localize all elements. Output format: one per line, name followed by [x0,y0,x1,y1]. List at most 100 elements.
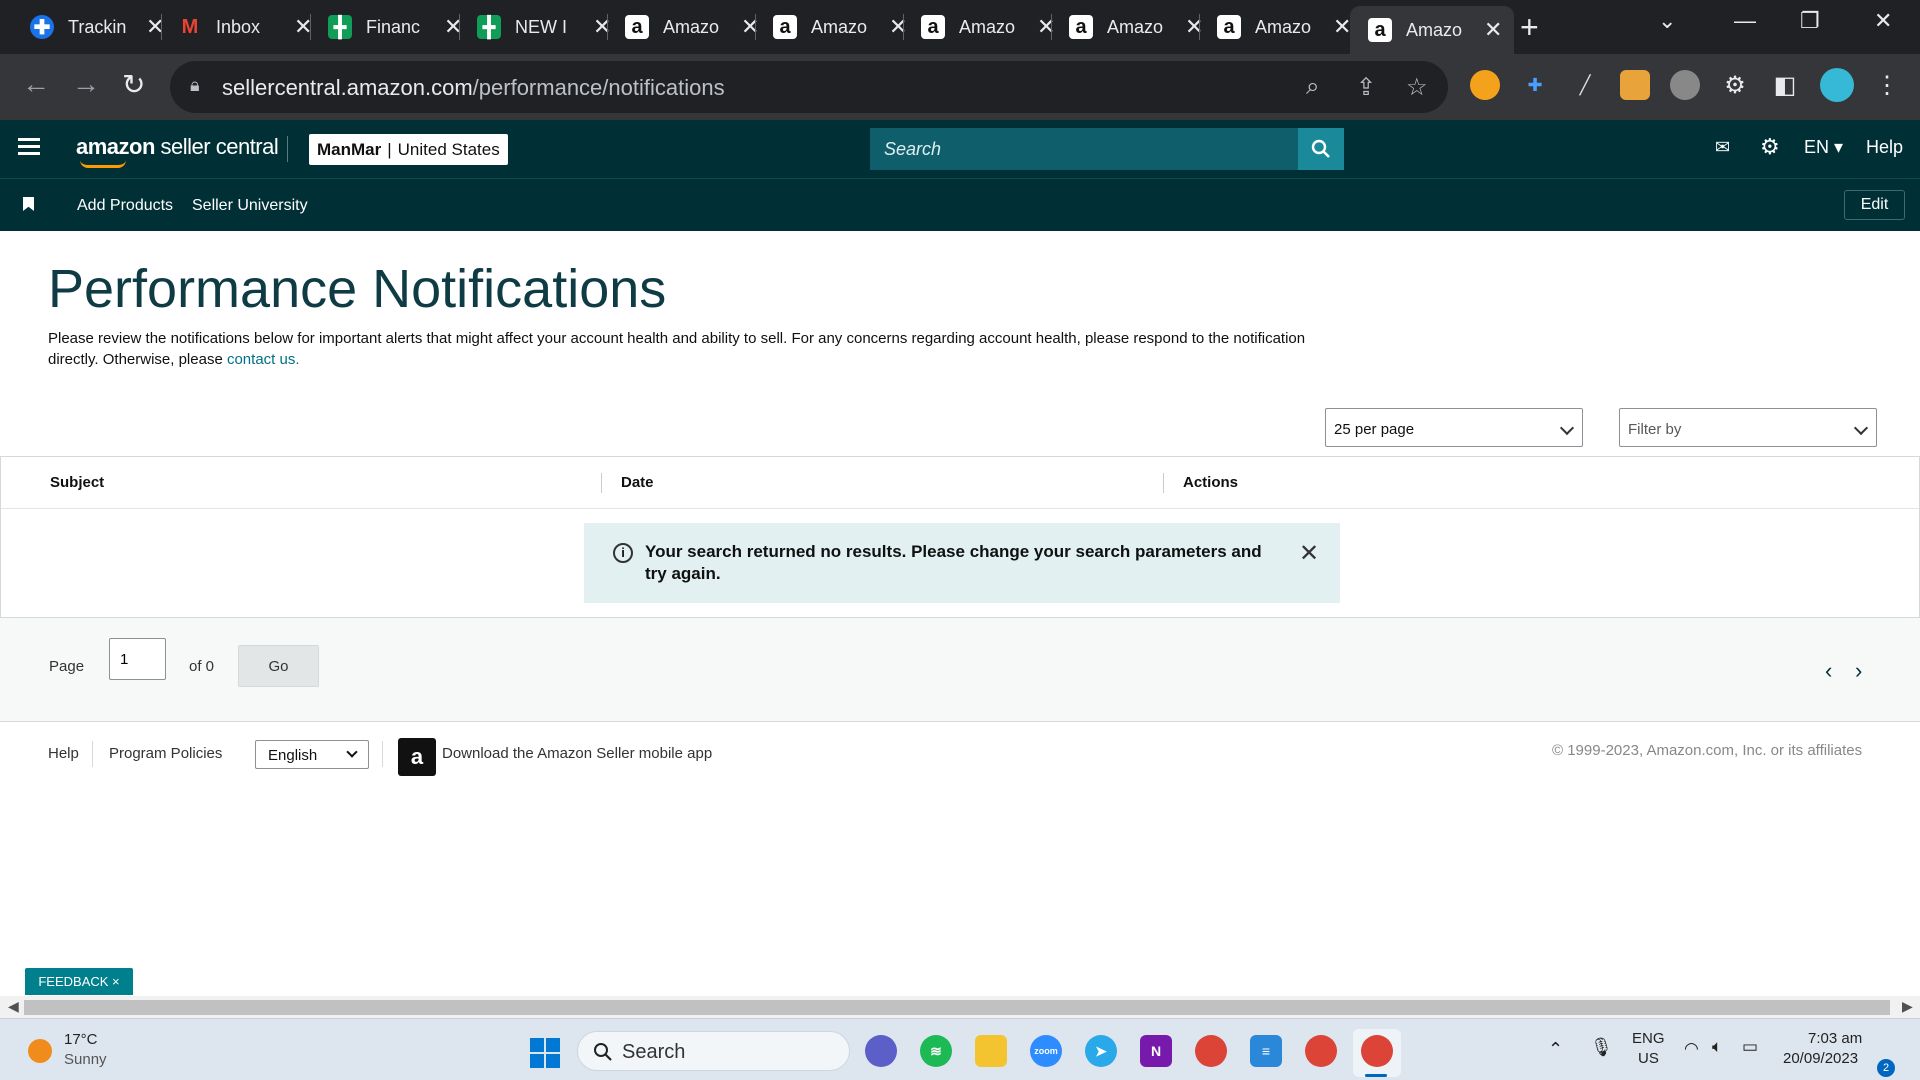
edit-button[interactable]: Edit [1844,190,1905,220]
extension-icon[interactable]: ╱ [1570,70,1600,100]
menu-dots-icon[interactable]: ⋮ [1872,70,1902,100]
scrollbar-thumb[interactable] [24,1000,1890,1015]
tab-title: Amazo [811,16,868,37]
close-window-icon[interactable]: ✕ [1874,8,1892,34]
search-button[interactable] [1298,128,1344,170]
next-page-icon[interactable]: › [1855,658,1862,684]
spotify-icon[interactable]: ≋ [920,1035,952,1067]
column-date[interactable]: Date [621,474,654,491]
tab-title: Amazo [1107,16,1164,37]
program-policies-link[interactable]: Program Policies [109,745,222,762]
zoom-icon[interactable]: ⌕ [1306,73,1319,101]
extension-icon[interactable]: ✚ [1520,70,1550,100]
new-tab-button[interactable]: + [1520,10,1539,44]
browser-tab[interactable]: ╋ NEW I ✕ [459,8,623,46]
battery-icon[interactable]: ▭ [1742,1037,1758,1057]
windows-start-icon[interactable] [529,1037,561,1069]
horizontal-scrollbar[interactable]: ◀ ▶ [0,996,1920,1018]
restore-icon[interactable]: ❐ [1800,8,1820,34]
hamburger-menu-icon[interactable] [18,138,40,159]
lock-icon: 🔒︎ [190,75,200,95]
download-app-link[interactable]: Download the Amazon Seller mobile app [442,745,712,762]
notification-badge[interactable]: 2 [1877,1059,1895,1077]
reload-icon[interactable]: ↻ [122,68,145,101]
share-icon[interactable]: ⇪ [1356,73,1376,102]
profile-avatar[interactable] [1820,68,1854,102]
page-title: Performance Notifications [48,259,667,319]
teams-chat-icon[interactable] [865,1035,897,1067]
footer-help-link[interactable]: Help [48,745,79,762]
sheets-icon: ╋ [477,15,501,39]
input-region[interactable]: US [1638,1050,1659,1067]
onenote-icon[interactable]: N [1140,1035,1172,1067]
amazon-app-icon[interactable]: a [398,738,436,776]
forward-icon[interactable]: → [72,68,100,100]
address-bar[interactable]: 🔒︎ sellercentral.amazon.com/performance/… [170,61,1448,113]
close-icon[interactable]: ✕ [1333,14,1351,40]
clock-time[interactable]: 7:03 am [1808,1030,1862,1047]
help-link[interactable]: Help [1866,137,1903,158]
language-selector[interactable]: EN ▾ [1804,137,1843,158]
minimize-icon[interactable]: — [1734,8,1756,34]
go-button[interactable]: Go [238,645,319,687]
tab-search-icon[interactable]: ⌄ [1658,8,1676,34]
chrome-active-icon[interactable] [1361,1035,1393,1067]
tab-title: Amazo [1406,19,1463,40]
browser-tab-active[interactable]: a Amazo ✕ [1350,6,1515,54]
close-icon[interactable]: ✕ [1299,539,1319,568]
filter-select[interactable]: Filter by [1619,408,1877,447]
nav-add-products[interactable]: Add Products [77,197,173,215]
amazon-icon: a [1368,18,1392,42]
account-name: ManMar [317,139,382,159]
wifi-icon[interactable]: ◠ [1684,1039,1699,1059]
seller-central-logo[interactable]: amazon seller central [76,134,279,168]
notepad-icon[interactable]: ≡ [1250,1035,1282,1067]
side-panel-icon[interactable]: ◧ [1770,70,1800,100]
extension-icon[interactable] [1670,70,1700,100]
page-number-input[interactable] [109,638,166,680]
settings-gear-icon[interactable]: ⚙ [1760,134,1780,160]
chrome-profile-icon[interactable] [1305,1035,1337,1067]
browser-tab[interactable]: a Amazo ✕ [755,8,919,46]
back-icon[interactable]: ← [22,68,50,100]
extension-icon[interactable] [1620,70,1650,100]
mail-icon[interactable]: ✉ [1715,137,1730,158]
notifications-table: Subject Date Actions i Your search retur… [0,456,1920,618]
file-explorer-icon[interactable] [975,1035,1007,1067]
per-page-select[interactable]: 25 per page [1325,408,1583,447]
weather-sun-icon[interactable] [28,1039,52,1063]
contact-us-link[interactable]: contact us. [227,351,300,368]
tab-title: Trackin [68,16,127,37]
input-language[interactable]: ENG [1632,1030,1665,1047]
browser-tab[interactable]: a Amazo ✕ [903,8,1067,46]
search-input[interactable] [870,128,1296,170]
feedback-button[interactable]: FEEDBACK × [25,968,133,995]
taskbar-search[interactable]: Search [577,1031,850,1071]
bookmark-icon[interactable] [23,197,34,211]
extension-icon[interactable] [1470,70,1500,100]
alert-message: Your search returned no results. Please … [645,542,1262,583]
browser-tab[interactable]: a Amazo ✕ [1051,8,1215,46]
show-hidden-icons[interactable]: ⌃ [1548,1039,1563,1060]
close-icon[interactable]: ✕ [1484,17,1502,43]
browser-tab[interactable]: M Inbox ✕ [160,8,324,46]
browser-tab[interactable]: a Amazo ✕ [607,8,771,46]
zoom-icon[interactable]: zoom [1030,1035,1062,1067]
puzzle-icon[interactable]: ⚙ [1720,70,1750,100]
bookmark-star-icon[interactable]: ☆ [1406,73,1428,102]
browser-tab[interactable]: a Amazo ✕ [1199,8,1363,46]
column-subject[interactable]: Subject [50,474,104,491]
browser-tab[interactable]: ✚ Trackin ✕ [12,8,176,46]
prev-page-icon[interactable]: ‹ [1825,658,1832,684]
account-switcher[interactable]: ManMar | United States [309,134,508,165]
telegram-icon[interactable]: ➤ [1085,1035,1117,1067]
browser-tab[interactable]: ╋ Financ ✕ [310,8,474,46]
footer-language-select[interactable]: English [255,740,369,769]
clock-date[interactable]: 20/09/2023 [1783,1050,1858,1067]
tab-title: Amazo [663,16,720,37]
nav-seller-university[interactable]: Seller University [192,197,308,215]
chrome-icon[interactable] [1195,1035,1227,1067]
microphone-icon[interactable]: 🎙︎ [1590,1037,1613,1058]
volume-icon[interactable]: 🔈︎ [1712,1037,1722,1057]
account-region: United States [397,139,500,159]
